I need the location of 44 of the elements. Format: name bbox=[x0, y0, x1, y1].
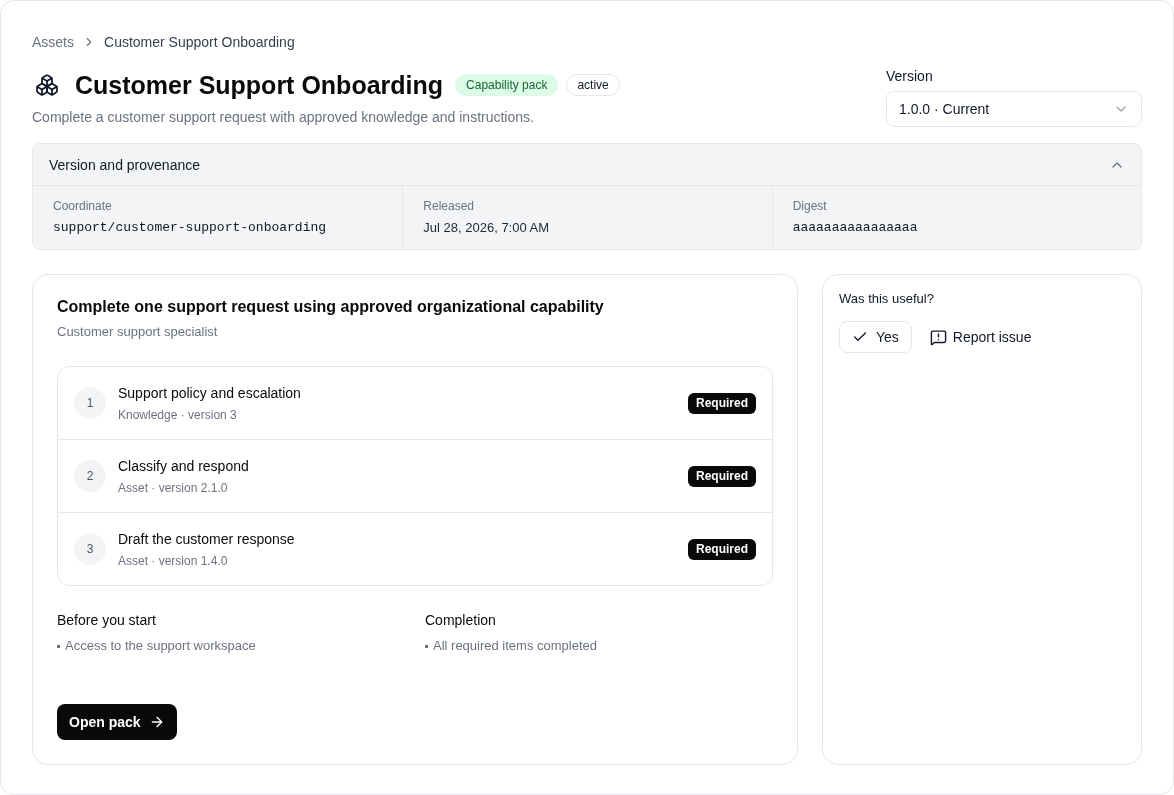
item-title: Draft the customer response bbox=[118, 530, 296, 549]
version-select[interactable]: 1.0.0 · Current bbox=[886, 91, 1142, 127]
section-heading: Completion bbox=[425, 611, 497, 630]
open-pack-button[interactable]: Open pack bbox=[57, 704, 177, 740]
list-item[interactable]: 3 Draft the customer response Asset · version 1.4.0 Required bbox=[58, 512, 772, 585]
objective-title: Complete one support request using approved organizational capability bbox=[57, 297, 605, 317]
bullet-icon bbox=[57, 644, 60, 648]
bullet-text: All required items completed bbox=[433, 637, 598, 655]
item-meta: Asset · version 1.4.0 bbox=[118, 553, 229, 569]
message-alert-icon bbox=[929, 328, 947, 346]
provenance-header[interactable]: Version and provenance bbox=[33, 144, 1141, 186]
step-number: 2 bbox=[74, 460, 106, 492]
field-label: Released bbox=[423, 198, 476, 214]
yes-button[interactable]: Yes bbox=[839, 321, 912, 353]
breadcrumb-current: Customer Support Onboarding bbox=[104, 33, 295, 52]
field-label: Coordinate bbox=[53, 198, 113, 214]
required-badge: Required bbox=[688, 392, 756, 414]
bullet-text: Access to the support workspace bbox=[65, 637, 256, 655]
bullet-icon bbox=[425, 644, 428, 648]
feedback-question: Was this useful? bbox=[839, 290, 935, 308]
item-meta: Knowledge · version 3 bbox=[118, 407, 238, 423]
field-label: Digest bbox=[792, 198, 828, 214]
field-value: Jul 28, 2026, 7:00 AM bbox=[423, 219, 551, 237]
breadcrumb-link[interactable]: Assets bbox=[32, 32, 74, 52]
audience-text: Customer support specialist bbox=[57, 323, 219, 341]
report-issue-button[interactable]: Report issue bbox=[923, 321, 1038, 353]
required-badge: Required bbox=[688, 465, 756, 487]
type-badge: Capability pack bbox=[455, 74, 559, 96]
field-value: support/customer-support-onboarding bbox=[53, 219, 328, 237]
section-heading: Before you start bbox=[57, 611, 157, 630]
item-title: Classify and respond bbox=[118, 457, 250, 476]
list-item[interactable]: 2 Classify and respond Asset · version 2.1.0 Required bbox=[58, 439, 772, 512]
page-title: Customer Support Onboarding bbox=[75, 70, 444, 101]
page-description: Complete a customer support request with approved knowledge and instructions. bbox=[32, 108, 535, 127]
step-number: 1 bbox=[74, 387, 106, 419]
field-value: aaaaaaaaaaaaaaaa bbox=[792, 219, 919, 237]
item-title: Support policy and escalation bbox=[118, 384, 302, 403]
step-number: 3 bbox=[74, 533, 106, 565]
list-item[interactable]: 1 Support policy and escalation Knowledge · version 3 Required bbox=[58, 367, 772, 439]
version-label: Version bbox=[886, 67, 934, 86]
required-badge: Required bbox=[688, 538, 756, 560]
cubes-icon bbox=[35, 73, 59, 97]
status-badge: active bbox=[566, 74, 620, 96]
item-meta: Asset · version 2.1.0 bbox=[118, 480, 229, 496]
